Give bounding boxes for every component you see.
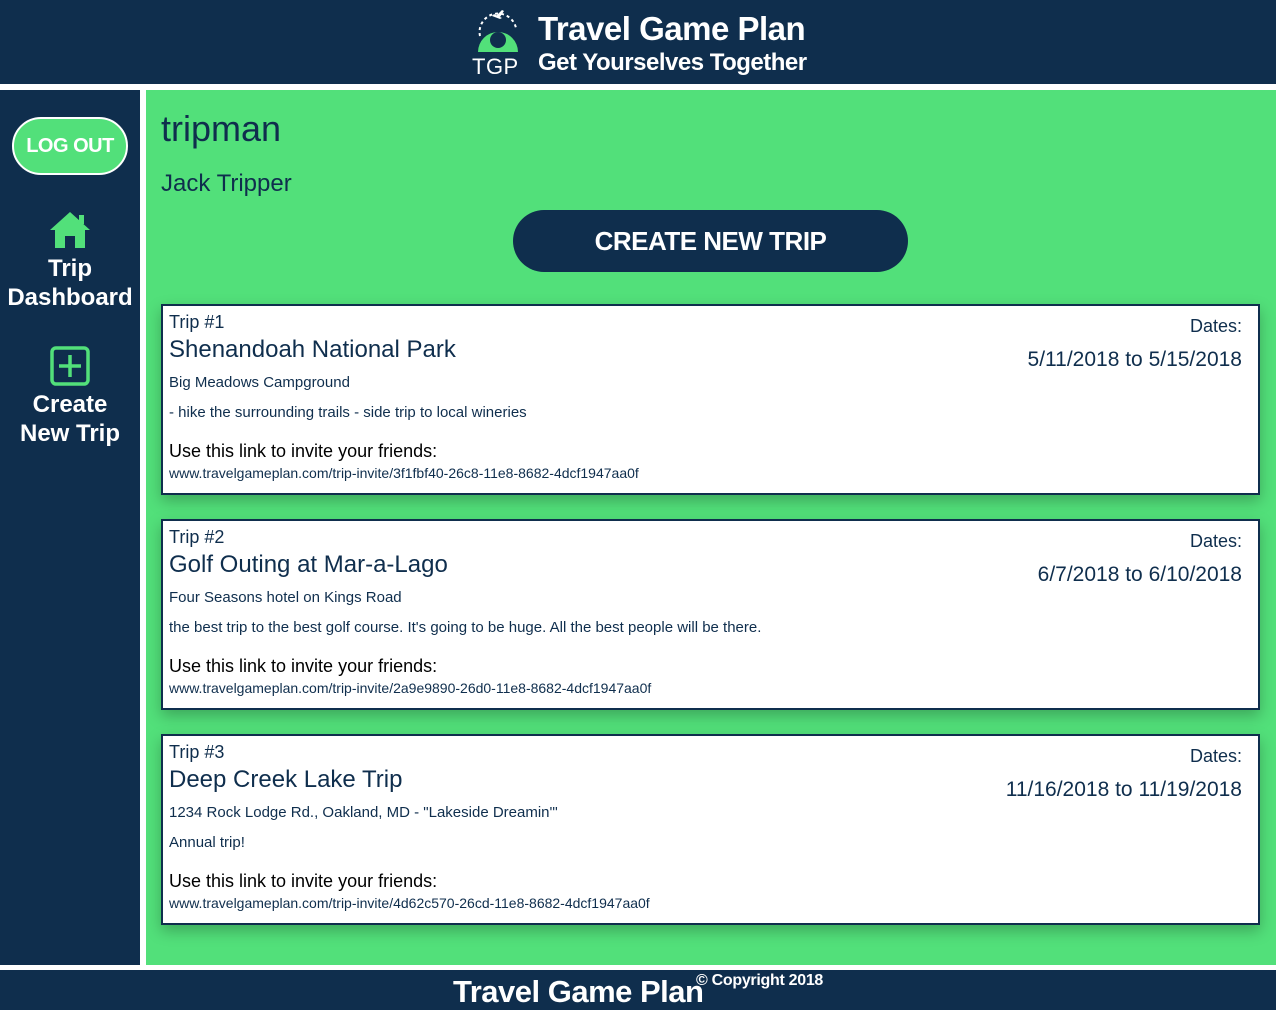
app-subtitle: Get Yourselves Together xyxy=(538,49,807,76)
footer-brand: Travel Game Plan xyxy=(453,974,704,1009)
invite-link[interactable]: www.travelgameplan.com/trip-invite/3f1fb… xyxy=(169,465,639,481)
trip-card[interactable]: Trip #1 Shenandoah National Park Big Mea… xyxy=(161,304,1260,495)
sidebar-item-create-new-trip[interactable]: Create New Trip xyxy=(0,346,140,448)
sidebar: LOG OUT Trip Dashboard Create New Trip xyxy=(0,90,140,965)
home-icon xyxy=(50,212,90,248)
sidebar-item-label: Dashboard xyxy=(7,284,133,311)
full-name: Jack Tripper xyxy=(161,170,292,197)
trip-card[interactable]: Trip #3 Deep Creek Lake Trip 1234 Rock L… xyxy=(161,734,1260,925)
logo-text: TGP xyxy=(472,54,519,79)
dates-label: Dates: xyxy=(1189,746,1242,766)
sidebar-item-label: Create xyxy=(32,391,108,418)
trip-number: Trip #3 xyxy=(169,742,225,762)
footer-copyright: © Copyright 2018 xyxy=(696,972,824,989)
trip-dates: 11/16/2018 to 11/19/2018 xyxy=(1005,778,1242,801)
trip-description: the best trip to the best golf course. I… xyxy=(169,619,762,636)
trip-name: Deep Creek Lake Trip xyxy=(169,766,403,793)
plus-square-icon xyxy=(50,346,90,386)
logout-button[interactable]: LOG OUT xyxy=(12,117,128,175)
sidebar-item-label: Trip xyxy=(47,255,92,282)
trip-location: 1234 Rock Lodge Rd., Oakland, MD - "Lake… xyxy=(169,804,558,821)
sidebar-item-trip-dashboard[interactable]: Trip Dashboard xyxy=(0,210,140,312)
invite-label: Use this link to invite your friends: xyxy=(169,656,438,676)
dates-label: Dates: xyxy=(1189,531,1242,551)
trip-location: Big Meadows Campground xyxy=(169,374,350,391)
main-content: tripman Jack Tripper CREATE NEW TRIP Tri… xyxy=(146,90,1276,965)
trip-dates: 6/7/2018 to 6/10/2018 xyxy=(1037,563,1242,586)
app-header: TGP Travel Game Plan Get Yourselves Toge… xyxy=(0,0,1276,84)
trip-location: Four Seasons hotel on Kings Road xyxy=(169,589,402,606)
trip-description: - hike the surrounding trails - side tri… xyxy=(169,404,527,421)
trip-dates: 5/11/2018 to 5/15/2018 xyxy=(1027,348,1242,371)
invite-label: Use this link to invite your friends: xyxy=(169,871,438,891)
trip-card[interactable]: Trip #2 Golf Outing at Mar-a-Lago Four S… xyxy=(161,519,1260,710)
sidebar-item-label: New Trip xyxy=(19,420,121,447)
trip-description: Annual trip! xyxy=(169,834,245,851)
airplane-globe-icon xyxy=(478,10,518,52)
dates-label: Dates: xyxy=(1189,316,1242,336)
trip-number: Trip #2 xyxy=(169,527,225,547)
invite-link[interactable]: www.travelgameplan.com/trip-invite/4d62c… xyxy=(169,895,650,911)
create-new-trip-button[interactable]: CREATE NEW TRIP xyxy=(513,210,908,272)
tgp-logo[interactable]: TGP xyxy=(470,6,526,79)
username: tripman xyxy=(161,108,282,149)
app-footer: Travel Game Plan © Copyright 2018 xyxy=(0,970,1276,1010)
invite-link[interactable]: www.travelgameplan.com/trip-invite/2a9e9… xyxy=(169,680,651,696)
app-title: Travel Game Plan xyxy=(538,10,806,47)
trip-name: Shenandoah National Park xyxy=(169,336,456,363)
trip-number: Trip #1 xyxy=(169,312,225,332)
trip-name: Golf Outing at Mar-a-Lago xyxy=(169,551,448,578)
invite-label: Use this link to invite your friends: xyxy=(169,441,438,461)
